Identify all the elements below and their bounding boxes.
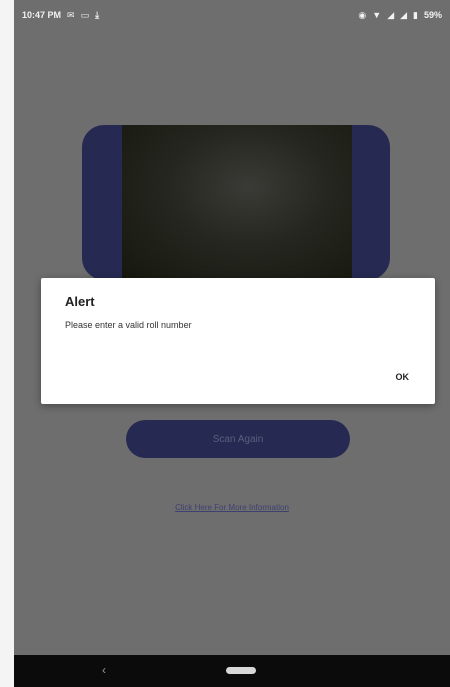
status-right: ◉ ▼ ◢ ◢ ▮ 59% xyxy=(358,10,442,20)
status-bar: 10:47 PM ✉ ▭ ⤓ ◉ ▼ ◢ ◢ ▮ 59% xyxy=(14,0,450,30)
signal-icon: ◢ xyxy=(387,9,395,20)
screen-icon: ▭ xyxy=(80,9,90,20)
more-info-link[interactable]: Click Here For More Information xyxy=(14,503,450,512)
battery-icon: ▮ xyxy=(413,9,418,20)
notification-icon: ✉ xyxy=(67,9,75,20)
alert-dialog: Alert Please enter a valid roll number O… xyxy=(41,278,435,404)
eye-icon: ◉ xyxy=(358,9,367,20)
alert-title: Alert xyxy=(65,294,95,309)
navigation-bar: ‹ xyxy=(14,655,450,687)
alert-ok-button[interactable]: OK xyxy=(390,370,416,384)
scanner-frame xyxy=(82,125,390,280)
home-pill-icon[interactable] xyxy=(226,667,256,674)
status-time: 10:47 PM xyxy=(22,10,62,20)
battery-percent: 59% xyxy=(423,10,442,20)
download-icon: ⤓ xyxy=(95,9,100,20)
alert-message: Please enter a valid roll number xyxy=(65,320,192,330)
signal-icon: ◢ xyxy=(400,9,408,20)
camera-preview xyxy=(122,125,352,280)
back-chevron-icon[interactable]: ‹ xyxy=(102,663,106,677)
phone-screen: 10:47 PM ✉ ▭ ⤓ ◉ ▼ ◢ ◢ ▮ 59% Scan Again … xyxy=(14,0,450,687)
wifi-icon: ▼ xyxy=(372,9,382,20)
status-left: 10:47 PM ✉ ▭ ⤓ xyxy=(22,10,99,20)
scan-again-button[interactable]: Scan Again xyxy=(126,420,350,458)
